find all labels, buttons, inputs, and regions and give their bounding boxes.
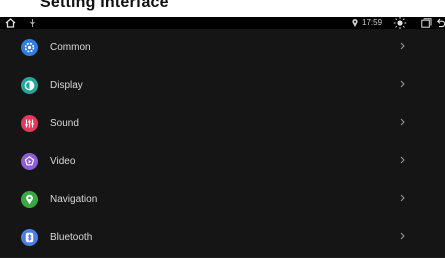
settings-item-label: Sound: [50, 118, 79, 129]
settings-item-common[interactable]: Common: [0, 29, 445, 68]
settings-item-label: Navigation: [50, 194, 98, 205]
settings-item-label: Bluetooth: [50, 232, 93, 243]
usb-icon: [30, 19, 35, 27]
chevron-right-icon: [400, 42, 405, 50]
equalizer-icon: [21, 115, 38, 132]
page-title: Setting Interface: [40, 0, 169, 11]
settings-item-navigation[interactable]: Navigation: [0, 181, 445, 220]
settings-item-label: Display: [50, 80, 83, 91]
location-pin-icon: [352, 19, 358, 27]
page-title-bar: Setting Interface: [0, 0, 445, 17]
settings-item-display[interactable]: Display: [0, 67, 445, 106]
settings-item-video[interactable]: Video: [0, 143, 445, 182]
settings-item-label: Video: [50, 156, 76, 167]
back-icon[interactable]: [437, 18, 445, 28]
bluetooth-icon: [21, 229, 38, 246]
chevron-right-icon: [400, 232, 405, 240]
settings-item-sound[interactable]: Sound: [0, 105, 445, 144]
window-icon[interactable]: [421, 18, 432, 28]
gear-icon: [21, 39, 38, 56]
clock: 17:59: [362, 18, 383, 27]
location-icon: [21, 191, 38, 208]
settings-item-bluetooth[interactable]: Bluetooth: [0, 219, 445, 258]
display-icon: [21, 77, 38, 94]
video-icon: [21, 153, 38, 170]
settings-item-label: Common: [50, 42, 91, 53]
chevron-right-icon: [400, 118, 405, 126]
home-icon[interactable]: [5, 18, 16, 28]
chevron-right-icon: [400, 156, 405, 164]
chevron-right-icon: [400, 194, 405, 202]
brightness-icon[interactable]: [393, 17, 407, 29]
chevron-right-icon: [400, 80, 405, 88]
